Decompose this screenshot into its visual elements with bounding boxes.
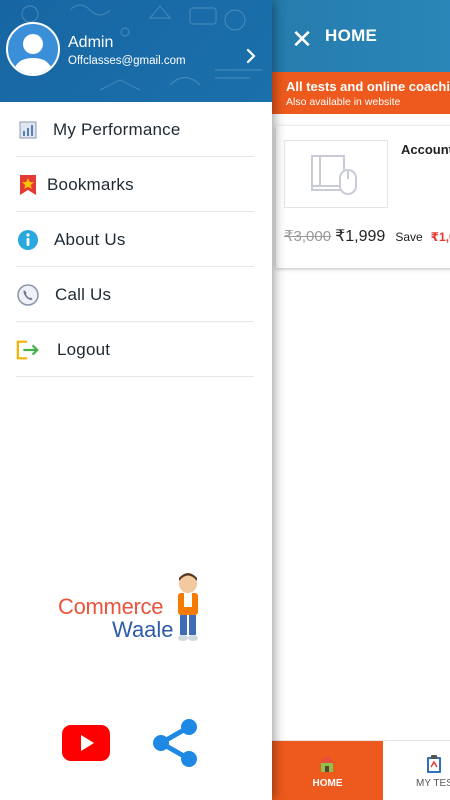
avatar[interactable] bbox=[6, 22, 60, 76]
chevron-right-icon[interactable] bbox=[245, 48, 257, 64]
share-icon[interactable] bbox=[151, 718, 199, 768]
info-icon bbox=[16, 228, 40, 252]
nav-home-label: HOME bbox=[312, 778, 343, 789]
save-label: Save bbox=[395, 230, 423, 244]
divider bbox=[16, 376, 254, 377]
mascot-boy-icon bbox=[178, 573, 198, 641]
promo-banner[interactable]: All tests and online coaching Also avail… bbox=[272, 72, 450, 114]
drawer-header[interactable]: Admin Offclasses@gmail.com bbox=[0, 0, 272, 102]
banner-title: All tests and online coaching bbox=[286, 79, 450, 94]
logout-icon bbox=[16, 338, 40, 362]
course-card[interactable]: Accountancy ₹3,000 ₹1,999 Save ₹1,001 bbox=[276, 126, 450, 268]
original-price: ₹3,000 bbox=[284, 228, 332, 245]
nav-home-tab[interactable]: HOME bbox=[272, 741, 383, 800]
menu-label-call-us: Call Us bbox=[55, 284, 112, 304]
nav-my-tests-label: MY TESTS bbox=[416, 778, 450, 789]
menu-label-my-performance: My Performance bbox=[53, 119, 181, 139]
menu-label-bookmarks: Bookmarks bbox=[47, 174, 134, 194]
brand-logo: Commerce Waale bbox=[58, 572, 218, 644]
menu-item-logout[interactable]: Logout bbox=[0, 322, 272, 377]
discounted-price: ₹1,999 bbox=[335, 228, 386, 245]
menu-item-about-us[interactable]: About Us bbox=[0, 212, 272, 267]
clipboard-icon bbox=[427, 755, 441, 773]
user-email: Offclasses@gmail.com bbox=[68, 55, 186, 67]
course-title: Accountancy bbox=[401, 142, 450, 157]
banner-subtitle: Also available in website bbox=[286, 96, 401, 108]
bookmark-star-icon bbox=[16, 173, 40, 197]
user-name: Admin bbox=[68, 34, 114, 51]
youtube-icon[interactable] bbox=[62, 725, 110, 761]
price-row: ₹3,000 ₹1,999 Save ₹1,001 bbox=[284, 226, 450, 246]
nav-my-tests-tab[interactable]: MY TESTS bbox=[383, 741, 450, 800]
menu-item-bookmarks[interactable]: Bookmarks bbox=[0, 157, 272, 212]
phone-icon bbox=[16, 283, 40, 307]
drawer-menu: My Performance Bookmarks About Us Call U… bbox=[0, 102, 272, 377]
menu-label-logout: Logout bbox=[57, 339, 111, 359]
bottom-navigation: HOME MY TESTS bbox=[272, 740, 450, 800]
course-thumbnail bbox=[284, 140, 388, 208]
navigation-drawer: Admin Offclasses@gmail.com My Performanc… bbox=[0, 0, 272, 800]
menu-item-my-performance[interactable]: My Performance bbox=[0, 102, 272, 157]
page-title: HOME bbox=[325, 26, 378, 45]
home-icon bbox=[319, 756, 335, 772]
logo-text-line2: Waale bbox=[112, 617, 174, 642]
close-drawer-button[interactable]: ✕ bbox=[290, 27, 314, 53]
performance-report-icon bbox=[16, 118, 40, 142]
menu-item-call-us[interactable]: Call Us bbox=[0, 267, 272, 322]
book-mouse-icon bbox=[311, 155, 357, 195]
menu-label-about-us: About Us bbox=[54, 229, 126, 249]
save-amount: ₹1,001 bbox=[430, 230, 450, 244]
